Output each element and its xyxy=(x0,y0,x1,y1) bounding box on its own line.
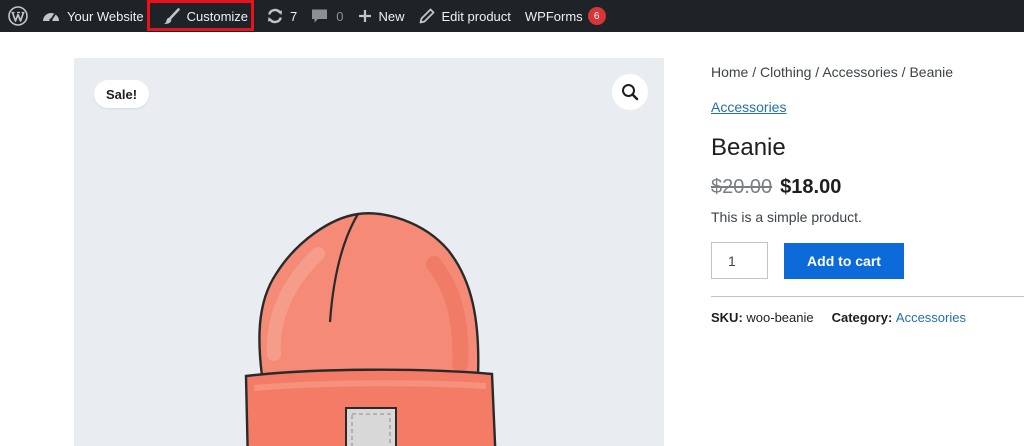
regular-price: $20.00 xyxy=(711,176,773,198)
site-name-link[interactable]: Your Website xyxy=(38,0,151,32)
sale-price: $18.00 xyxy=(780,176,842,198)
category-wrapper: Category: Accessories xyxy=(832,310,966,325)
beanie-product-image[interactable] xyxy=(234,204,534,446)
breadcrumb: Home / Clothing / Accessories / Beanie xyxy=(711,62,1024,82)
updates-count: 7 xyxy=(290,8,298,24)
edit-product-label: Edit product xyxy=(441,8,511,24)
wpforms-label: WPForms xyxy=(524,8,583,24)
pencil-icon xyxy=(419,8,434,24)
sku-label: SKU: xyxy=(711,310,747,325)
gallery-zoom-button[interactable] xyxy=(612,74,648,110)
product-gallery: Sale! xyxy=(74,58,664,446)
customize-link[interactable]: Customize xyxy=(153,0,259,32)
edit-product-link[interactable]: Edit product xyxy=(412,0,518,32)
admin-bar: Your Website Customize 7 0 New Edit prod… xyxy=(0,0,1024,32)
wpforms-notification-badge: 6 xyxy=(587,7,606,25)
wordpress-logo-icon xyxy=(8,6,28,26)
wpforms-menu[interactable]: WPForms 6 xyxy=(518,0,613,32)
updates-link[interactable]: 7 xyxy=(259,0,304,32)
breadcrumb-separator: / xyxy=(748,64,761,80)
customize-label: Customize xyxy=(186,8,249,24)
add-to-cart-form: 1 Add to cart xyxy=(711,242,1024,279)
comment-bubble-icon xyxy=(312,9,328,23)
summary-divider xyxy=(711,296,1024,297)
breadcrumb-current: Beanie xyxy=(909,64,954,80)
sku-value: woo-beanie xyxy=(746,310,814,325)
product-title: Beanie xyxy=(711,134,786,161)
add-to-cart-button[interactable]: Add to cart xyxy=(784,242,904,279)
category-label: Category: xyxy=(831,310,896,325)
product-category-link[interactable]: Accessories xyxy=(711,99,786,115)
product-price: $20.00 $18.00 xyxy=(711,176,1024,199)
breadcrumb-separator: / xyxy=(897,64,910,80)
quantity-input[interactable]: 1 xyxy=(711,242,768,279)
site-name-label: Your Website xyxy=(67,8,144,24)
new-content-link[interactable]: New xyxy=(351,0,412,32)
new-label: New xyxy=(378,8,405,24)
product-meta: SKU: woo-beanie Category: Accessories xyxy=(711,310,1024,325)
paintbrush-icon xyxy=(163,7,180,24)
breadcrumb-clothing[interactable]: Clothing xyxy=(760,64,811,80)
sku-wrapper: SKU: woo-beanie xyxy=(711,310,814,325)
sale-badge: Sale! xyxy=(94,80,150,108)
comments-count: 0 xyxy=(336,8,344,24)
product-short-description: This is a simple product. xyxy=(711,209,862,225)
category-value-link[interactable]: Accessories xyxy=(896,310,966,325)
product-summary: Home / Clothing / Accessories / Beanie A… xyxy=(711,58,1024,325)
comments-link[interactable]: 0 xyxy=(304,0,350,32)
breadcrumb-accessories[interactable]: Accessories xyxy=(822,64,897,80)
wordpress-logo-menu[interactable] xyxy=(0,0,38,32)
plus-icon xyxy=(358,10,371,22)
breadcrumb-separator: / xyxy=(811,64,823,80)
dashboard-gauge-icon xyxy=(43,13,59,22)
breadcrumb-home[interactable]: Home xyxy=(711,64,748,80)
updates-refresh-icon xyxy=(268,8,283,24)
search-icon xyxy=(622,84,639,101)
